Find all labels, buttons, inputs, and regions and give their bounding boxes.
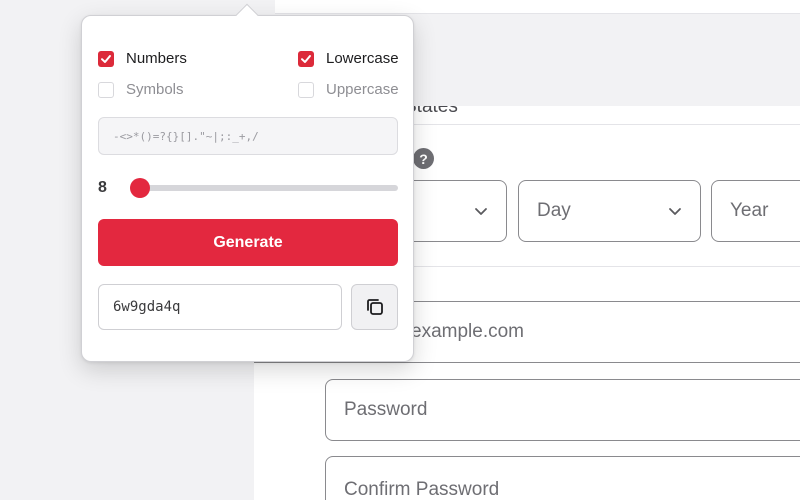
symbols-label: Symbols [126,81,184,98]
length-value: 8 [98,179,107,196]
top-bar [275,0,800,14]
symbols-set-text: -<>*()=?{}[]."~|;:_+,/ [113,129,259,143]
day-select-value: Day [537,200,571,221]
length-slider-track[interactable] [132,185,398,191]
year-select[interactable]: Year [711,180,800,242]
question-icon[interactable]: ? [413,148,434,169]
confirm-password-placeholder: Confirm Password [344,479,500,500]
generate-button[interactable]: Generate [98,219,398,266]
generated-password-field[interactable]: 6w9gda4q [98,284,342,330]
uppercase-option[interactable]: Uppercase [298,81,399,98]
numbers-label: Numbers [126,50,187,67]
password-placeholder: Password [344,399,428,420]
numbers-option[interactable]: Numbers [98,50,187,67]
year-select-value: Year [730,200,769,221]
popover-arrow [235,3,259,27]
lowercase-option[interactable]: Lowercase [298,50,399,67]
symbols-checkbox[interactable] [98,81,114,98]
uppercase-checkbox[interactable] [298,81,314,98]
copy-button[interactable] [351,284,398,330]
chevron-down-icon [475,208,487,215]
uppercase-label: Uppercase [326,81,399,98]
password-field[interactable]: Password [325,379,800,441]
generated-password-text: 6w9gda4q [113,299,181,315]
symbols-option[interactable]: Symbols [98,81,184,98]
chevron-down-icon [669,208,681,215]
numbers-checkbox[interactable] [98,50,114,67]
copy-icon [366,299,383,315]
lowercase-label: Lowercase [326,50,399,67]
checkmark-icon [301,54,311,63]
checkmark-icon [101,54,111,63]
password-generator-popover: Numbers Lowercase Symbols Uppercase -<>*… [81,3,414,362]
lowercase-checkbox[interactable] [298,50,314,67]
length-slider-thumb[interactable] [130,178,150,198]
symbols-input[interactable]: -<>*()=?{}[]."~|;:_+,/ [98,117,398,155]
day-select[interactable]: Day [518,180,701,242]
confirm-password-field[interactable]: Confirm Password [325,456,800,500]
